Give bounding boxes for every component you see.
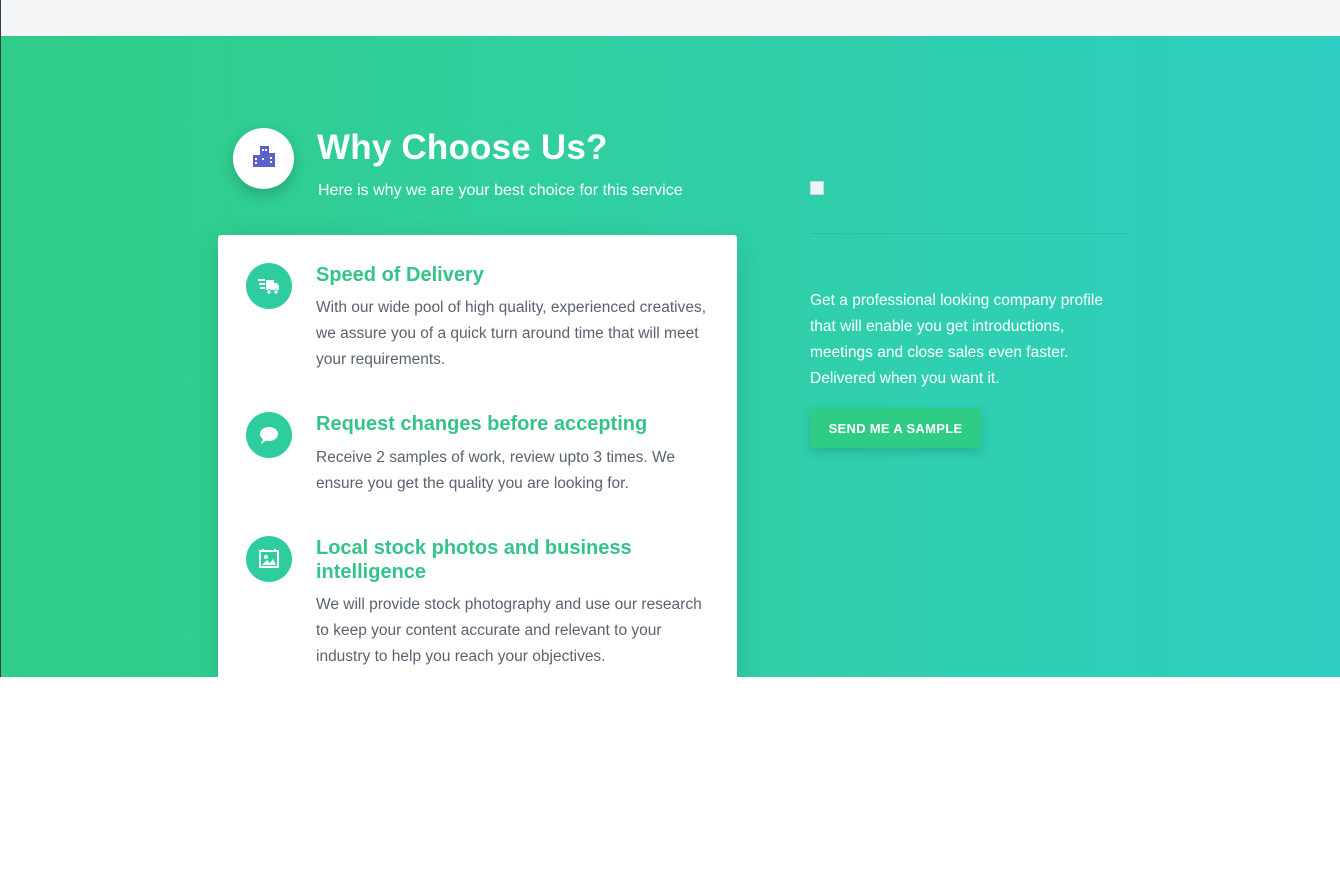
building-icon bbox=[251, 143, 277, 174]
feature-text: With our wide pool of high quality, expe… bbox=[316, 299, 707, 368]
section-title: Why Choose Us? bbox=[317, 128, 608, 167]
delivery-truck-icon bbox=[246, 263, 292, 309]
divider bbox=[810, 233, 1127, 234]
photo-icon bbox=[246, 536, 292, 582]
promo-text: Get a professional looking company profi… bbox=[810, 292, 1103, 387]
blank-area bbox=[0, 677, 1340, 878]
feature-item-changes: Request changes before accepting Receive… bbox=[246, 412, 716, 502]
chat-bubble-icon bbox=[246, 412, 292, 458]
feature-text: Receive 2 samples of work, review upto 3… bbox=[316, 449, 675, 492]
features-card: Speed of Delivery With our wide pool of … bbox=[218, 235, 737, 677]
feature-title: Speed of Delivery bbox=[316, 264, 484, 286]
feature-title: Local stock photos and business intellig… bbox=[316, 537, 632, 583]
feature-item-speed: Speed of Delivery With our wide pool of … bbox=[246, 263, 716, 373]
header-badge bbox=[233, 128, 294, 189]
feature-text: We will provide stock photography and us… bbox=[316, 596, 702, 665]
top-bar bbox=[0, 0, 1340, 36]
feature-item-stock-photos: Local stock photos and business intellig… bbox=[246, 536, 716, 676]
send-sample-button[interactable]: SEND ME A SAMPLE bbox=[810, 408, 981, 448]
broken-image-placeholder bbox=[810, 181, 824, 195]
why-choose-us-section: Why Choose Us? Here is why we are your b… bbox=[0, 36, 1340, 677]
section-subtitle: Here is why we are your best choice for … bbox=[318, 182, 683, 199]
feature-title: Request changes before accepting bbox=[316, 413, 648, 435]
